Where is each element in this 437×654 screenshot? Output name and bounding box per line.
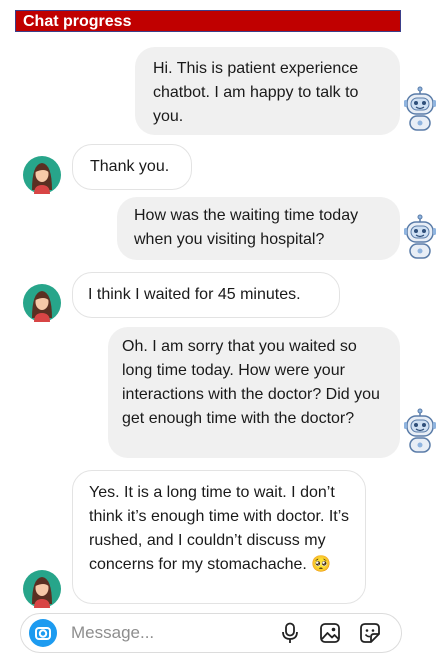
user-message: Yes. It is a long time to wait. I don’t … <box>72 470 366 604</box>
message-text: Oh. I am sorry that you waited so long t… <box>122 338 380 427</box>
user-message: Thank you. <box>72 144 192 190</box>
woman-avatar-icon <box>23 156 61 194</box>
message-text: Hi. This is patient experience chatbot. … <box>153 60 359 125</box>
message-text: How was the waiting time today when you … <box>134 207 359 248</box>
woman-avatar-icon <box>23 284 61 322</box>
pleading-face-emoji: 🥺 <box>311 556 332 573</box>
robot-icon <box>404 214 436 259</box>
woman-avatar-icon <box>23 570 61 608</box>
camera-icon <box>35 627 51 640</box>
message-input[interactable] <box>71 622 261 644</box>
header-title: Chat progress <box>23 13 132 30</box>
message-text: Yes. It is a long time to wait. I don’t … <box>89 484 349 573</box>
message-text: Thank you. <box>90 158 170 175</box>
microphone-icon[interactable] <box>279 622 301 644</box>
sticker-icon[interactable] <box>359 622 381 644</box>
user-message: I think I waited for 45 minutes. <box>72 272 340 318</box>
message-text: I think I waited for 45 minutes. <box>88 286 301 303</box>
bot-message: Oh. I am sorry that you waited so long t… <box>108 327 400 458</box>
image-icon[interactable] <box>319 622 341 644</box>
message-composer <box>20 613 402 653</box>
camera-button[interactable] <box>29 619 57 647</box>
bot-message: Hi. This is patient experience chatbot. … <box>135 47 400 135</box>
robot-icon <box>404 86 436 131</box>
robot-icon <box>404 408 436 453</box>
bot-message: How was the waiting time today when you … <box>117 197 400 260</box>
chat-header: Chat progress <box>15 10 401 32</box>
